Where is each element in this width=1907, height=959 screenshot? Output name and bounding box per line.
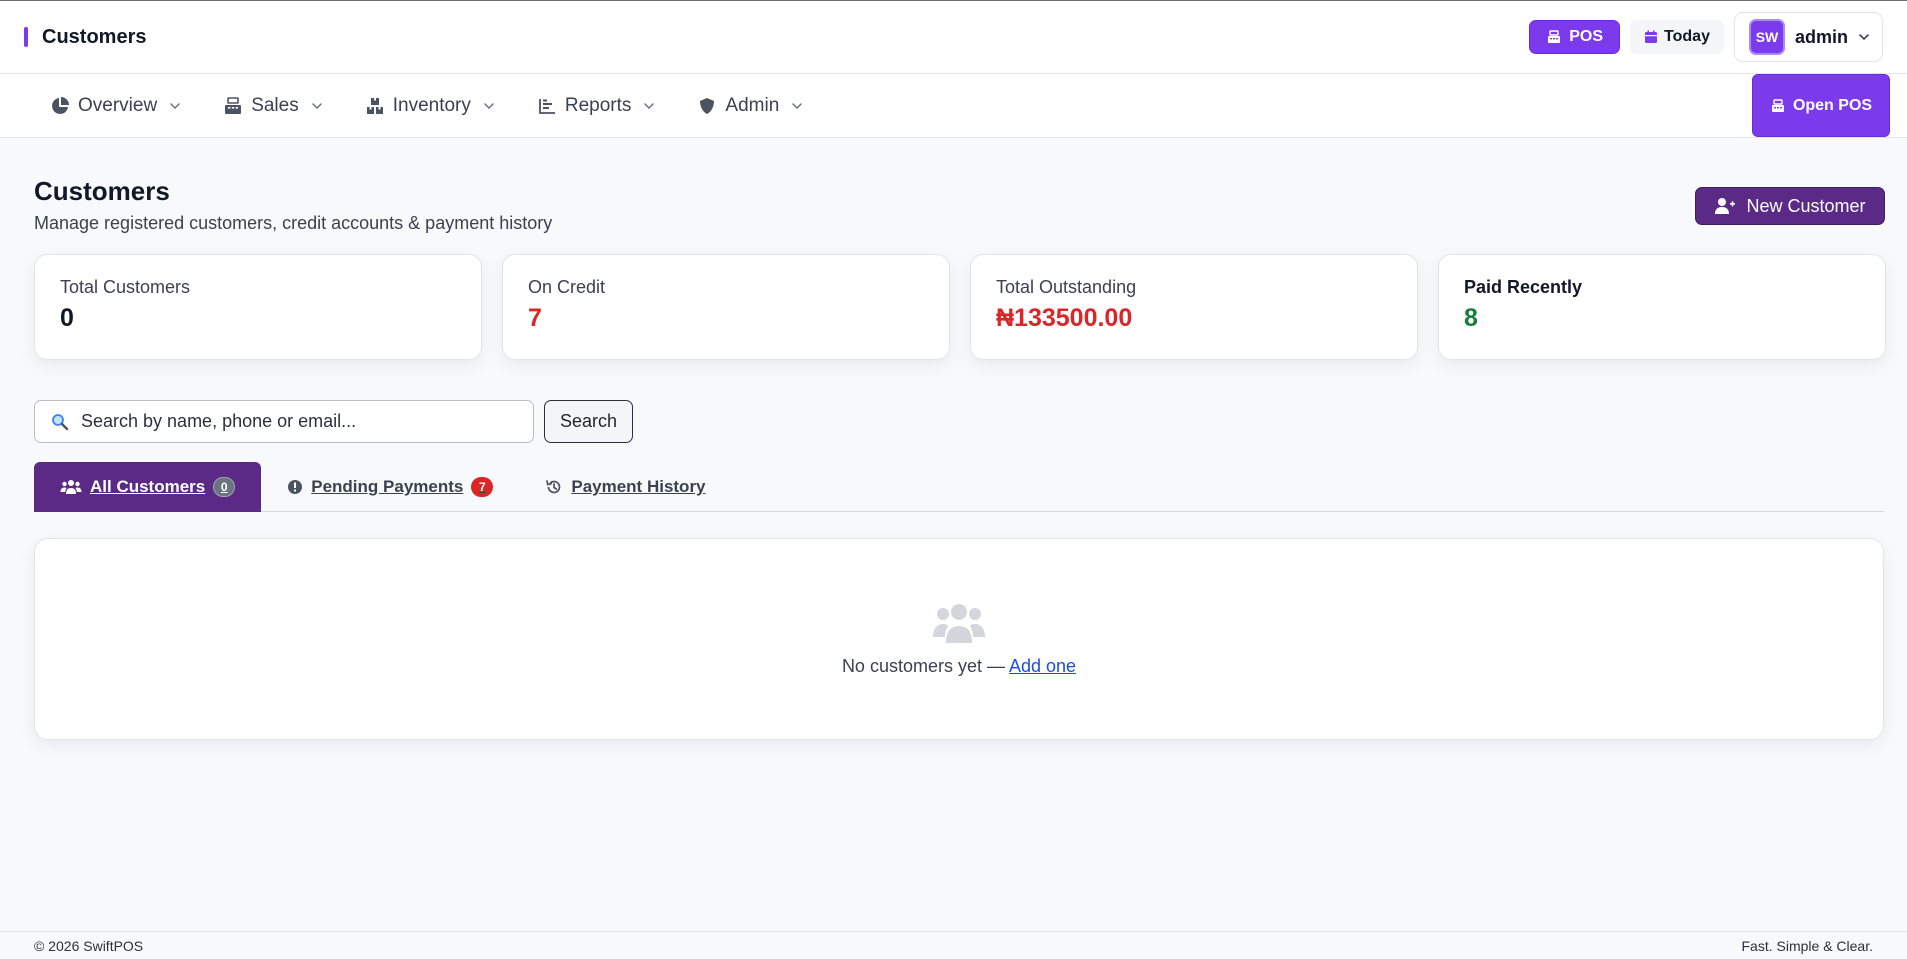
stat-card-total-customers: Total Customers 0 [34,254,482,360]
count-badge: 0 [213,477,236,497]
cash-register-icon [1770,98,1786,114]
nav-item-label: Inventory [392,94,471,116]
nav-item-reports[interactable]: Reports [537,95,656,117]
chevron-down-icon [483,100,495,112]
nav-item-label: Sales [251,94,299,116]
chevron-down-icon [1858,31,1870,43]
stat-card-total-outstanding: Total Outstanding ₦133500.00 [970,254,1418,360]
search-bar: Search [34,400,634,443]
tab-pending-payments[interactable]: Pending Payments 7 [261,462,519,512]
stats-row: Total Customers 0 On Credit 7 Total Outs… [34,254,1886,360]
shield-icon [697,96,717,116]
add-customer-link[interactable]: Add one [1009,656,1076,676]
tab-label: Payment History [571,477,706,496]
page-title: Customers [34,176,170,206]
tab-payment-history[interactable]: Payment History [519,462,731,512]
title-accent-bar [24,27,28,47]
calendar-icon [1644,30,1658,44]
stat-label: Total Customers [60,277,191,297]
boxes-icon [365,96,385,116]
footer-copyright: © 2026 SwiftPOS [34,937,144,954]
username: admin [1794,26,1848,47]
nav-item-label: Admin [725,94,780,116]
chevron-down-icon [791,100,803,112]
page-header: Customers Manage registered customers, c… [34,176,552,234]
stat-label: On Credit [528,277,606,297]
footer-tagline: Fast. Simple & Clear. [1741,937,1874,954]
today-button-label: Today [1664,28,1710,45]
top-bar: Customers POS Today SW admin [0,0,1907,74]
footer: © 2026 SwiftPOS Fast. Simple & Clear. [0,931,1907,959]
today-button[interactable]: Today [1630,20,1724,54]
avatar: SW [1748,19,1785,55]
customer-tabs: All Customers 0 Pending Payments 7 Payme… [34,462,1884,512]
nav-item-label: Overview [78,94,158,116]
users-icon [60,479,82,495]
users-icon [933,602,985,644]
stat-label: Paid Recently [1464,277,1583,297]
chevron-down-icon [169,100,181,112]
nav-item-label: Reports [564,94,632,116]
nav-item-sales[interactable]: Sales [223,95,323,117]
nav-item-overview[interactable]: Overview [50,95,181,117]
tab-all-customers[interactable]: All Customers 0 [34,462,262,512]
stat-value: 7 [528,304,542,332]
stat-value: 8 [1464,304,1478,332]
user-plus-icon [1714,197,1736,215]
pos-button-label: POS [1569,28,1604,45]
search-icon [51,413,69,431]
count-badge: 7 [471,477,494,497]
pie-chart-icon [50,96,70,116]
stat-value: ₦133500.00 [996,304,1133,332]
stat-card-paid-recently: Paid Recently 8 [1438,254,1886,360]
empty-message: No customers yet — [841,655,1005,676]
stat-card-on-credit: On Credit 7 [502,254,950,360]
stat-value: 0 [60,304,74,332]
cash-register-icon [223,96,243,116]
tab-label: Pending Payments [311,477,464,496]
history-icon [545,478,563,496]
stat-label: Total Outstanding [996,277,1137,297]
empty-state-text: No customers yet — Add one [842,656,1076,677]
search-button[interactable]: Search [544,400,634,443]
page-subtitle: Manage registered customers, credit acco… [34,213,553,233]
chevron-down-icon [311,100,323,112]
user-menu[interactable]: SW admin [1733,12,1883,62]
nav-item-admin[interactable]: Admin [697,95,803,117]
tab-label: All Customers [90,477,206,496]
app-page-title: Customers [42,25,147,48]
search-input[interactable] [81,411,501,432]
open-pos-button[interactable]: Open POS [1752,74,1890,137]
new-customer-label: New Customer [1746,195,1866,216]
nav-item-inventory[interactable]: Inventory [365,95,495,117]
top-bar-actions: POS Today SW admin [1529,12,1883,62]
pos-button[interactable]: POS [1529,20,1621,54]
customers-empty-state: No customers yet — Add one [34,538,1884,740]
chevron-down-icon [643,100,655,112]
alert-circle-icon [287,479,303,495]
new-customer-button[interactable]: New Customer [1695,187,1885,225]
open-pos-label: Open POS [1792,96,1873,114]
bar-chart-icon [537,96,557,116]
search-field [34,400,534,443]
cash-register-icon [1546,29,1562,45]
main-nav: Overview Sales Inventory Reports Admin O… [0,74,1907,138]
